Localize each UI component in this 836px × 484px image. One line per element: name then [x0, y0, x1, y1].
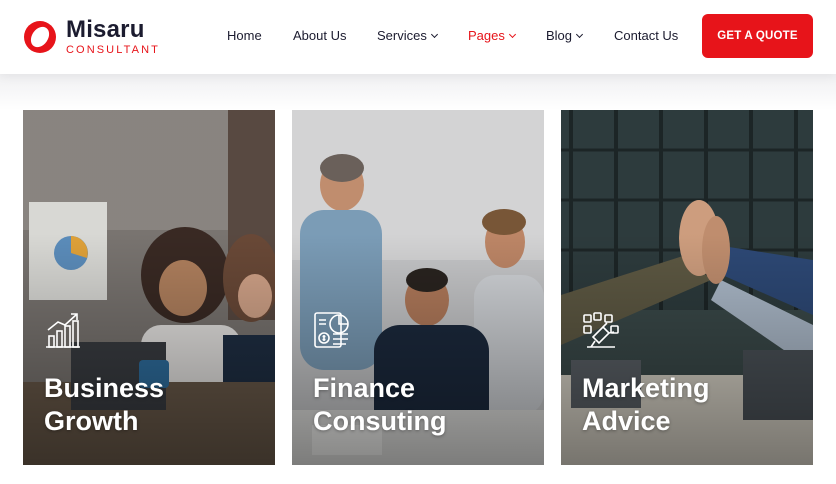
service-card-finance-consuting[interactable]: Finance Consuting [292, 110, 544, 465]
card-title-line: Marketing [582, 373, 710, 403]
service-card-business-growth[interactable]: Business Growth [23, 110, 275, 465]
nav-item-label: About Us [293, 28, 347, 43]
nav-item-services[interactable]: Services [377, 27, 438, 45]
chevron-down-icon [430, 30, 438, 39]
nav-item-blog[interactable]: Blog [546, 27, 584, 45]
card-title: Finance Consuting [313, 372, 533, 438]
card-title-line: Growth [44, 406, 139, 436]
card-title-line: Business [44, 373, 165, 403]
nav-item-pages[interactable]: Pages [468, 27, 516, 45]
nav-item-label: Blog [546, 28, 573, 43]
chevron-down-icon [508, 30, 516, 39]
digital-marketing-icon [583, 312, 619, 348]
nav-item-label: Services [377, 28, 427, 43]
nav-item-about-us[interactable]: About Us [293, 27, 346, 45]
card-title-line: Consuting [313, 406, 447, 436]
growth-chart-icon [46, 313, 80, 348]
nav-item-contact-us[interactable]: Contact Us [614, 27, 678, 45]
header-shadow-band [0, 74, 836, 110]
card-title-line: Advice [582, 406, 671, 436]
card-title: Business Growth [44, 372, 264, 438]
nav-item-label: Home [227, 28, 262, 43]
brand-logo[interactable]: Misaru CONSULTANT [22, 17, 162, 59]
brand-tagline: CONSULTANT [66, 44, 160, 56]
chevron-down-icon [575, 30, 584, 39]
card-title-line: Finance [313, 373, 416, 403]
logo-mark-icon [24, 21, 56, 53]
site-header: Misaru CONSULTANT Home About Us Services… [0, 0, 836, 74]
service-card-marketing-advice[interactable]: Marketing Advice [561, 110, 813, 465]
brand-name: Misaru [66, 16, 145, 43]
nav-item-label: Contact Us [614, 28, 679, 43]
card-title: Marketing Advice [582, 372, 802, 438]
get-a-quote-button[interactable]: GET A QUOTE [702, 14, 813, 58]
finance-report-icon [314, 312, 349, 348]
nav-item-label: Pages [468, 28, 505, 43]
nav-item-home[interactable]: Home [227, 27, 262, 45]
